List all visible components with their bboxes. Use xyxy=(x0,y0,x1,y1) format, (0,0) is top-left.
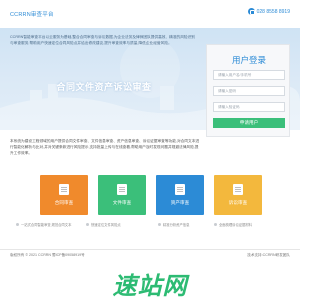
feature-item: 精准分析资产信息 xyxy=(158,222,189,227)
header: CCRRN审查平台 028 8558 8919 xyxy=(0,0,300,28)
card-asset-review[interactable]: 资产审查 xyxy=(156,175,204,215)
bullet-icon xyxy=(86,223,89,226)
feature-text: 精准分析资产信息 xyxy=(163,223,190,227)
watermark-text: 速站网 xyxy=(112,272,188,300)
card-litigation-review[interactable]: 诉讼审查 xyxy=(214,175,262,215)
feature-text: 全面梳理诉讼证据材料 xyxy=(219,223,252,227)
feature-text: 快速定位文件风险点 xyxy=(91,223,121,227)
copyright-text: 版权所有 © 2021 CCRRN 蜀ICP备09058919号 xyxy=(10,253,85,257)
username-input[interactable] xyxy=(213,70,285,80)
document-icon xyxy=(117,184,127,195)
card-label: 资产审查 xyxy=(170,200,190,205)
phone-contact: 028 8558 8919 xyxy=(247,8,290,16)
feature-item: 全面梳理诉讼证据材料 xyxy=(214,222,252,227)
card-contract-review[interactable]: 合同审查 xyxy=(40,175,88,215)
page: CCRRN审查平台 028 8558 8919 CCRRN智能审查平台以云服务为… xyxy=(0,0,300,300)
feature-item: 快速定位文件风险点 xyxy=(86,222,121,227)
feature-item: 一站式合同智能审查,规范合同文本 xyxy=(16,222,71,227)
footer-divider xyxy=(0,249,300,250)
apply-user-button[interactable]: 申请用户 xyxy=(213,118,285,128)
card-file-review[interactable]: 文件审查 xyxy=(98,175,146,215)
card-label: 文件审查 xyxy=(112,200,132,205)
platform-intro: CCRRN智能审查平台以云服务为基础,整合合同审查与诉讼数据,为企业法务及律师团… xyxy=(10,35,195,45)
feature-text: 一站式合同智能审查,规范合同文本 xyxy=(21,223,72,227)
login-title: 用户登录 xyxy=(231,55,266,65)
hero-title: 合同文件资产诉讼审查 xyxy=(56,82,152,92)
support-text: 技术支持:CCRRN研发团队 xyxy=(247,253,290,257)
card-label: 诉讼审查 xyxy=(228,200,248,205)
watermark-logo: 速站网 xyxy=(0,262,300,300)
bullet-icon xyxy=(16,223,19,226)
verification-code-input[interactable] xyxy=(213,102,285,112)
card-label: 合同审查 xyxy=(54,200,74,205)
document-icon xyxy=(233,184,243,195)
section-description: 本系统为建设工程领域的用户提供合同文件审查、文件信息审查、资产信息审查、诉讼证据… xyxy=(10,139,200,155)
brand-logo[interactable]: CCRRN审查平台 xyxy=(10,10,54,18)
login-panel: 用户登录 申请用户 xyxy=(206,44,290,137)
password-input[interactable] xyxy=(213,86,285,96)
bullet-icon xyxy=(158,223,161,226)
bullet-icon xyxy=(214,223,217,226)
document-icon xyxy=(175,184,185,195)
phone-icon xyxy=(247,8,255,16)
document-icon xyxy=(59,184,69,195)
phone-number: 028 8558 8919 xyxy=(256,8,290,15)
